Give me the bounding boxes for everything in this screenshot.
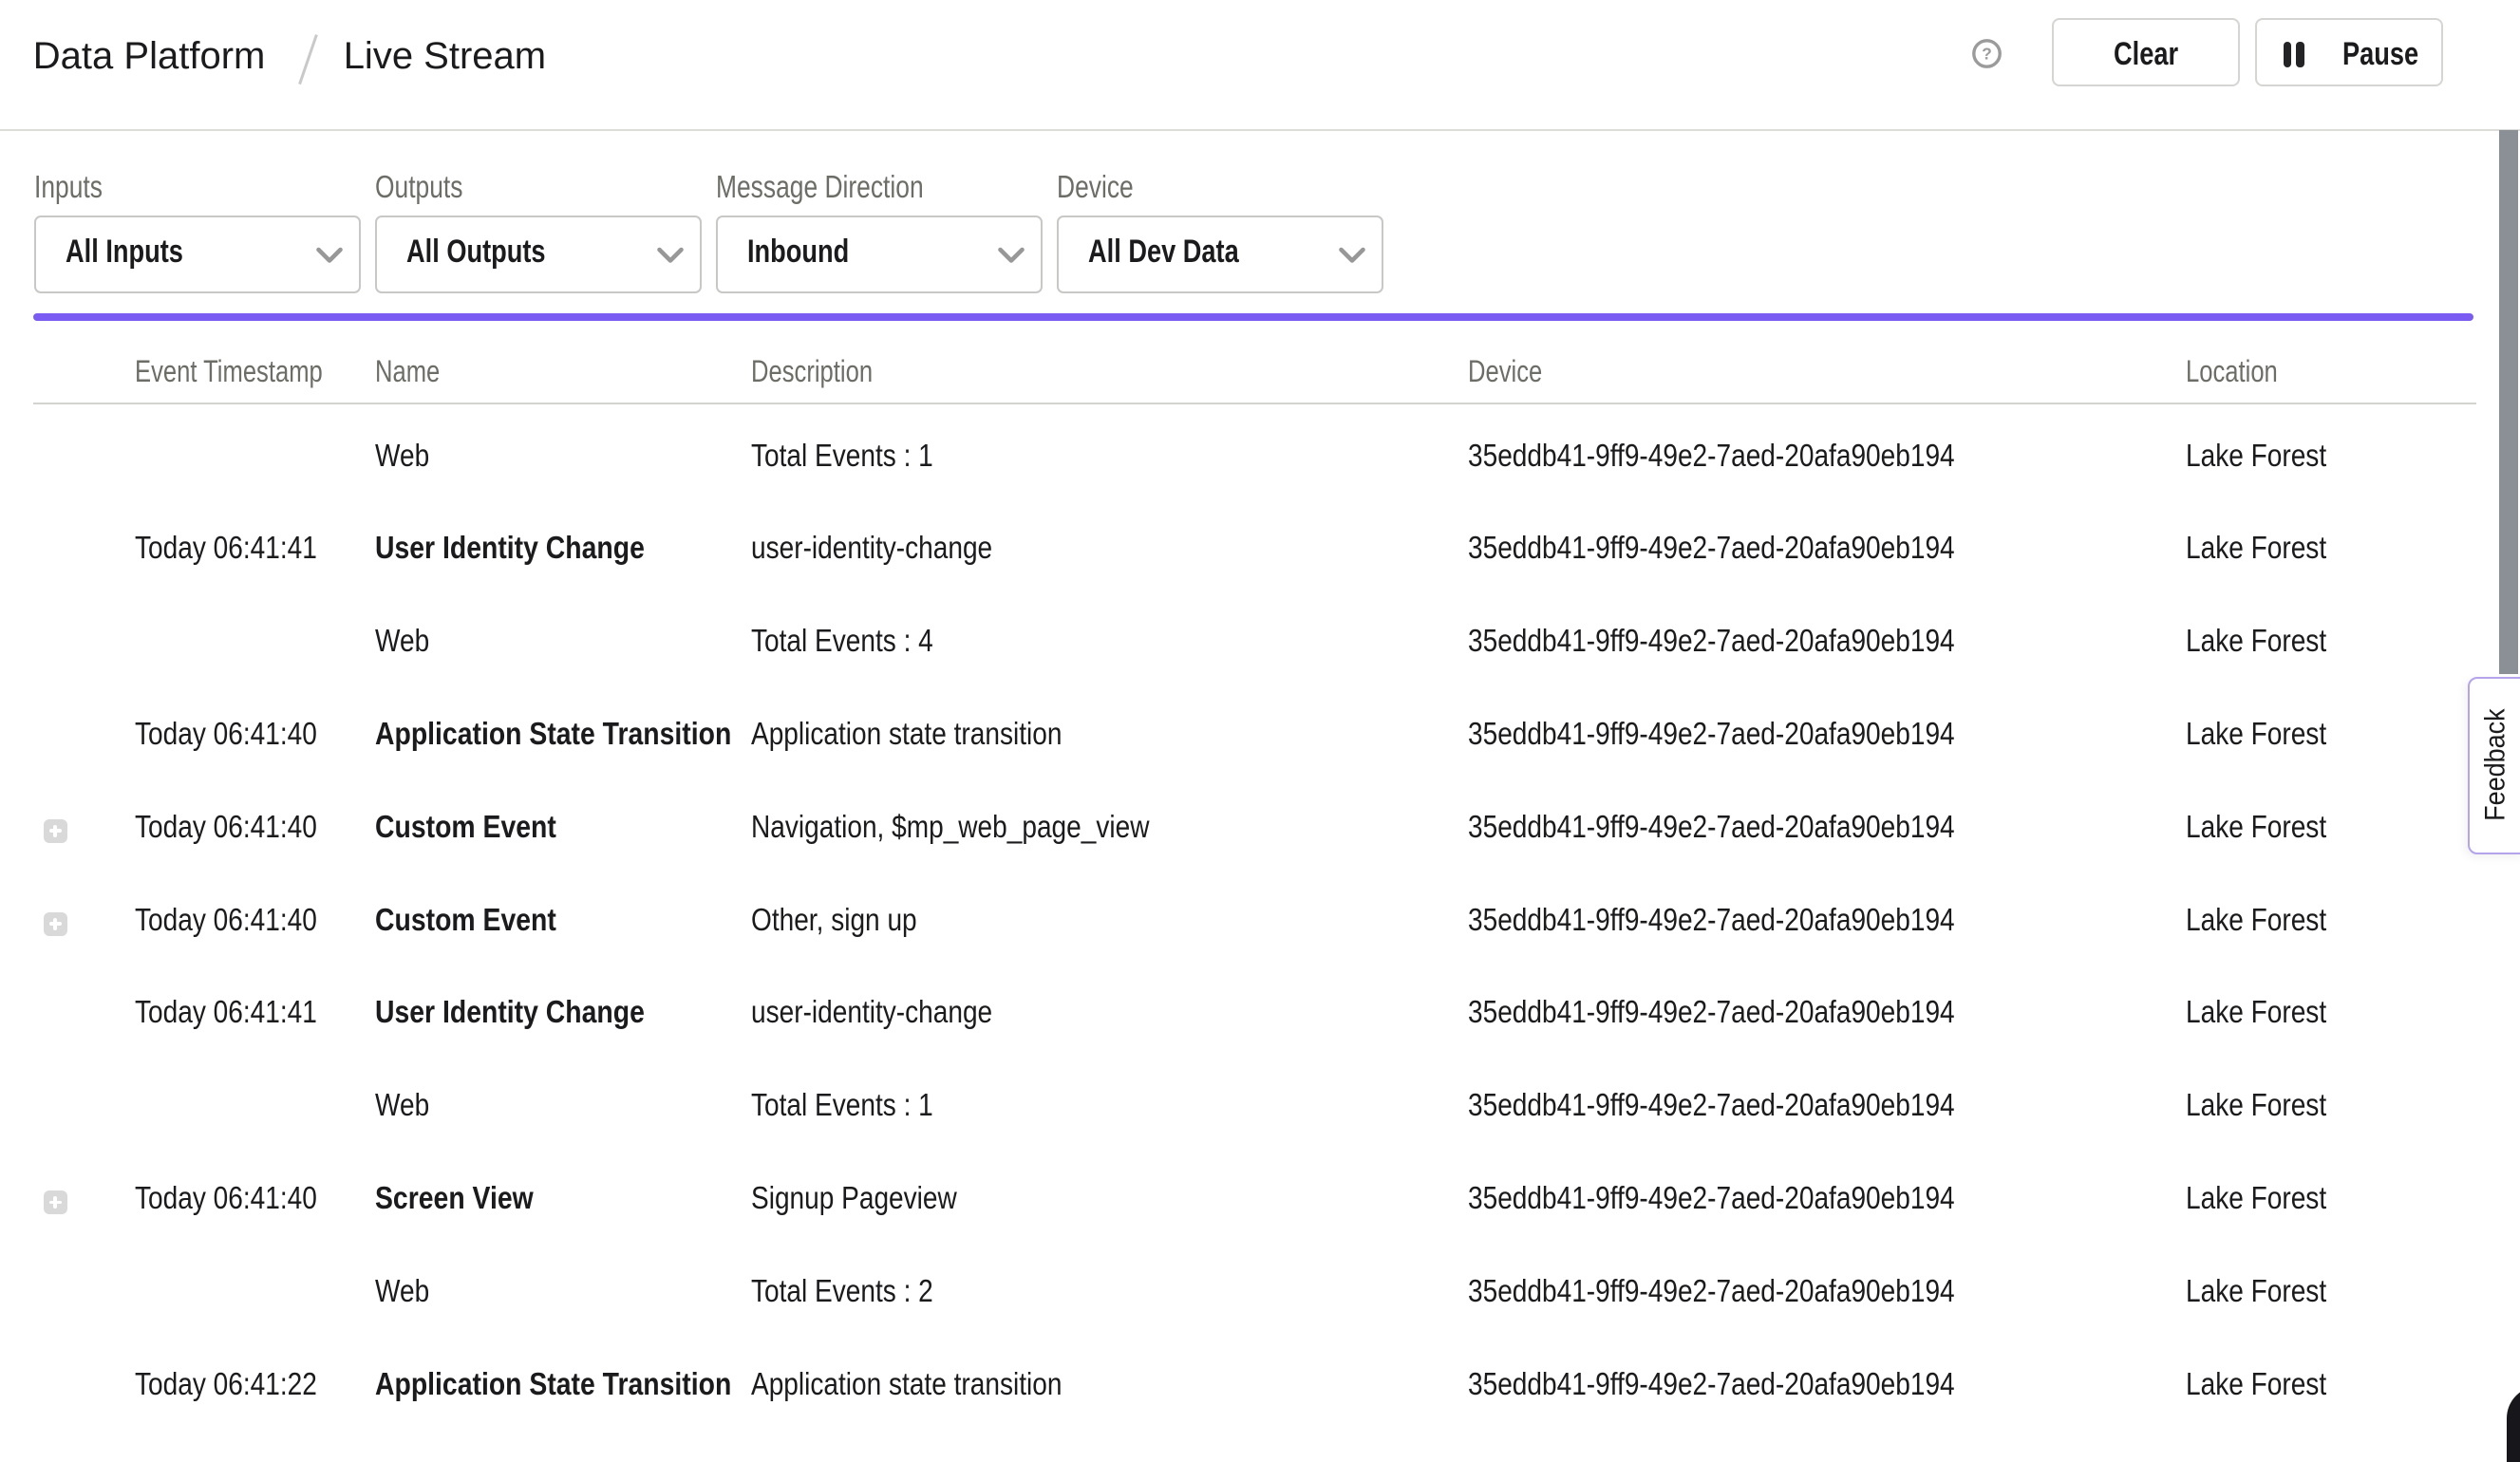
svg-text:?: ? <box>1982 45 1992 64</box>
